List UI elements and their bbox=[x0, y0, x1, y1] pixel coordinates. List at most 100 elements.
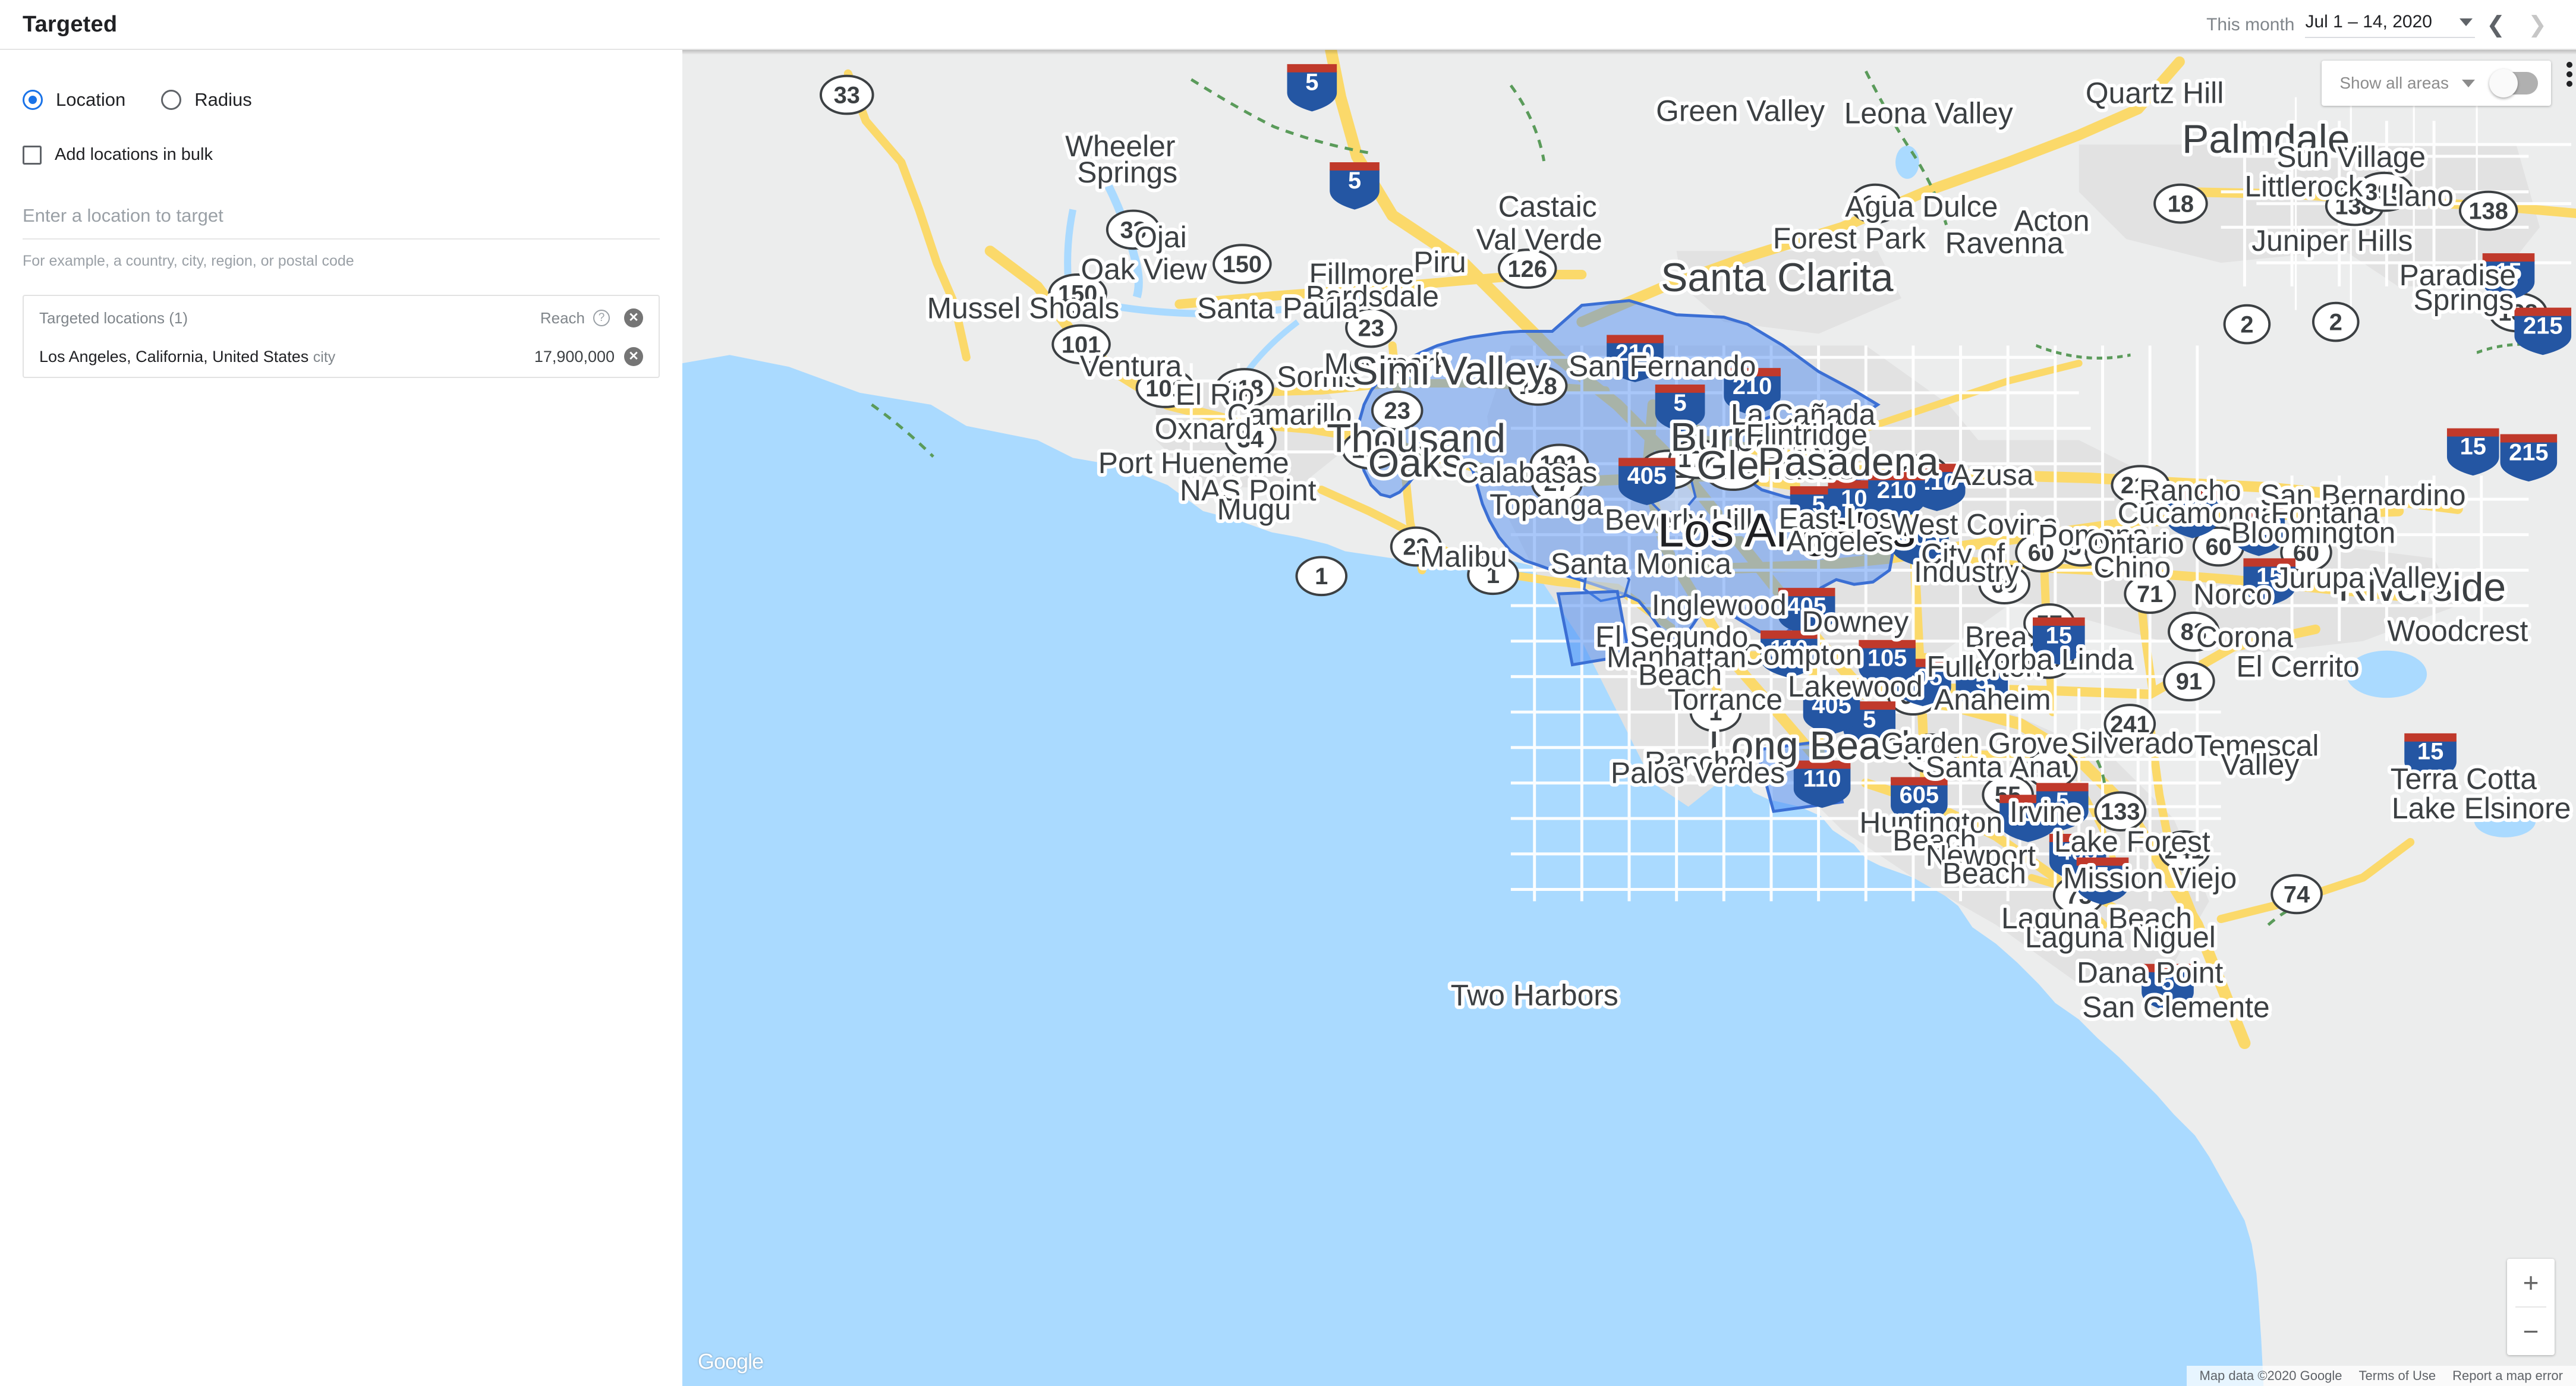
svg-text:18: 18 bbox=[2168, 191, 2194, 218]
map-tiles[interactable]: 33 33 150 150 126 23 101 101 118 118 34 … bbox=[682, 50, 2576, 1386]
map-label: Oxnard bbox=[1155, 412, 1252, 446]
map-label: Downey bbox=[1802, 605, 1909, 638]
date-range-value-field[interactable]: Jul 1 – 14, 2020 bbox=[2305, 12, 2475, 38]
map-label: Lake Elsinore bbox=[2392, 792, 2571, 825]
map-label: San Fernando bbox=[1569, 349, 1756, 383]
clear-all-close-circle-icon[interactable]: ✕ bbox=[624, 308, 643, 327]
zoom-out-button[interactable]: − bbox=[2507, 1308, 2555, 1355]
svg-text:138: 138 bbox=[2468, 198, 2508, 224]
map-label: Ravenna bbox=[1945, 226, 2064, 260]
map-label: Anaheim bbox=[1934, 683, 2051, 716]
map-label: Jurupa Valley bbox=[2275, 561, 2452, 594]
toggle-knob bbox=[2489, 69, 2518, 97]
show-all-areas-label: Show all areas bbox=[2339, 74, 2449, 92]
map-label: Palos Verdes bbox=[1611, 756, 1785, 789]
svg-text:215: 215 bbox=[2523, 313, 2562, 339]
map-label: Springs bbox=[2413, 284, 2514, 317]
location-search-input[interactable] bbox=[23, 205, 660, 226]
map-label: Terra Cotta bbox=[2391, 762, 2537, 795]
svg-text:23: 23 bbox=[1358, 315, 1384, 341]
help-circle-icon[interactable]: ? bbox=[593, 310, 610, 326]
map-label: Angeles bbox=[1787, 525, 1894, 558]
map-label: Topanga bbox=[1489, 488, 1603, 521]
map-label: Oak View bbox=[1081, 253, 1208, 286]
map-label: Quartz Hill bbox=[2086, 77, 2224, 110]
show-all-areas-control[interactable]: Show all areas bbox=[2322, 61, 2551, 106]
radio-location[interactable] bbox=[23, 90, 43, 110]
svg-text:33: 33 bbox=[834, 83, 860, 109]
terms-of-use-link[interactable]: Terms of Use bbox=[2359, 1368, 2436, 1384]
map-label: Torrance bbox=[1667, 683, 1783, 716]
map-canvas[interactable]: 33 33 150 150 126 23 101 101 118 118 34 … bbox=[682, 50, 2576, 1386]
location-row-reach: 17,900,000 bbox=[534, 347, 615, 366]
chevron-down-icon[interactable] bbox=[2460, 18, 2473, 26]
svg-text:5: 5 bbox=[1348, 168, 1361, 194]
location-input-hint: For example, a country, city, region, or… bbox=[23, 253, 354, 269]
svg-text:105: 105 bbox=[1868, 645, 1907, 671]
location-input-wrapper[interactable] bbox=[23, 205, 660, 240]
map-label: Oaks bbox=[1368, 441, 1462, 486]
map-label: Dana Point bbox=[2077, 956, 2223, 990]
map-label: Santa Monica bbox=[1551, 547, 1732, 580]
chevron-down-icon[interactable] bbox=[2462, 79, 2475, 87]
page-title: Targeted bbox=[23, 11, 118, 37]
targeting-mode-group: Location Radius bbox=[23, 89, 682, 111]
map-label: Laguna Niguel bbox=[2025, 921, 2216, 954]
chevron-right-icon[interactable]: ❯ bbox=[2517, 4, 2558, 46]
map-label: Springs bbox=[1077, 156, 1177, 189]
svg-text:60: 60 bbox=[2205, 534, 2231, 560]
map-label: Calabasas bbox=[1457, 456, 1597, 489]
report-map-error-link[interactable]: Report a map error bbox=[2452, 1368, 2563, 1384]
map-label: Industry bbox=[1914, 555, 2019, 588]
remove-location-close-circle-icon[interactable]: ✕ bbox=[624, 347, 643, 366]
map-label: Leona Valley bbox=[1844, 96, 2013, 130]
targeted-locations-title: Targeted locations (1) bbox=[39, 308, 188, 327]
location-row-name: Los Angeles, California, United States c… bbox=[39, 348, 534, 366]
map-label: Agua Dulce bbox=[1845, 190, 1998, 223]
svg-text:2: 2 bbox=[2240, 311, 2253, 338]
map-label: Inglewood bbox=[1652, 588, 1787, 622]
zoom-in-button[interactable]: + bbox=[2507, 1259, 2555, 1306]
date-range-control[interactable]: This month Jul 1 – 14, 2020 ❮ ❯ bbox=[2206, 0, 2558, 50]
radio-radius[interactable] bbox=[161, 90, 182, 110]
map-label: Yorba Linda bbox=[1977, 642, 2134, 676]
map-label: San Clemente bbox=[2082, 990, 2269, 1023]
google-logo: Google bbox=[698, 1349, 764, 1374]
map-label: Santa Paula bbox=[1197, 292, 1359, 325]
table-row[interactable]: Los Angeles, California, United States c… bbox=[24, 336, 659, 377]
map-label: Juniper Hills bbox=[2251, 224, 2413, 257]
location-row-name-text: Los Angeles, California, United States bbox=[39, 347, 309, 366]
map-label: Ojai bbox=[1134, 220, 1187, 254]
targeting-panel: Location Radius Add locations in bulk Fo… bbox=[0, 50, 682, 1386]
svg-text:215: 215 bbox=[2509, 439, 2548, 465]
map-label: Mission Viejo bbox=[2063, 861, 2237, 894]
map-label: Compton bbox=[1742, 638, 1862, 671]
map-label: Forest Park bbox=[1773, 222, 1926, 255]
map-label: Bloomington bbox=[2231, 516, 2396, 550]
svg-text:405: 405 bbox=[1627, 463, 1667, 489]
map-label: Two Harbors bbox=[1451, 978, 1618, 1012]
date-range-preset-label: This month bbox=[2206, 15, 2295, 34]
svg-text:150: 150 bbox=[1223, 251, 1262, 278]
map-label: Simi Valley bbox=[1351, 349, 1547, 393]
show-all-areas-toggle[interactable] bbox=[2489, 69, 2538, 97]
map-label: Irvine bbox=[2010, 795, 2082, 829]
location-row-type: city bbox=[313, 348, 336, 366]
map-label: Littlerock bbox=[2244, 170, 2363, 203]
svg-text:110: 110 bbox=[1803, 766, 1841, 792]
lake-1 bbox=[1895, 146, 1919, 179]
bulk-locations-row[interactable]: Add locations in bulk bbox=[23, 145, 682, 165]
map-label: Woodcrest bbox=[2387, 615, 2528, 648]
svg-text:15: 15 bbox=[2417, 739, 2443, 765]
checkbox-add-locations-bulk[interactable] bbox=[23, 145, 42, 165]
map-label: Mussel Shoals bbox=[927, 292, 1120, 325]
map-zoom-controls[interactable]: + − bbox=[2507, 1259, 2555, 1355]
map-label: Silverado bbox=[2071, 727, 2194, 760]
attribution-copyright: Map data ©2020 Google bbox=[2199, 1368, 2342, 1383]
map-label: Pasadena bbox=[1758, 440, 1939, 484]
chevron-left-icon[interactable]: ❮ bbox=[2475, 4, 2517, 46]
reach-column-label: Reach bbox=[540, 308, 585, 327]
svg-text:126: 126 bbox=[1508, 256, 1547, 282]
map-label: Malibu bbox=[1420, 540, 1507, 573]
map-label: Sun Village bbox=[2276, 140, 2426, 174]
